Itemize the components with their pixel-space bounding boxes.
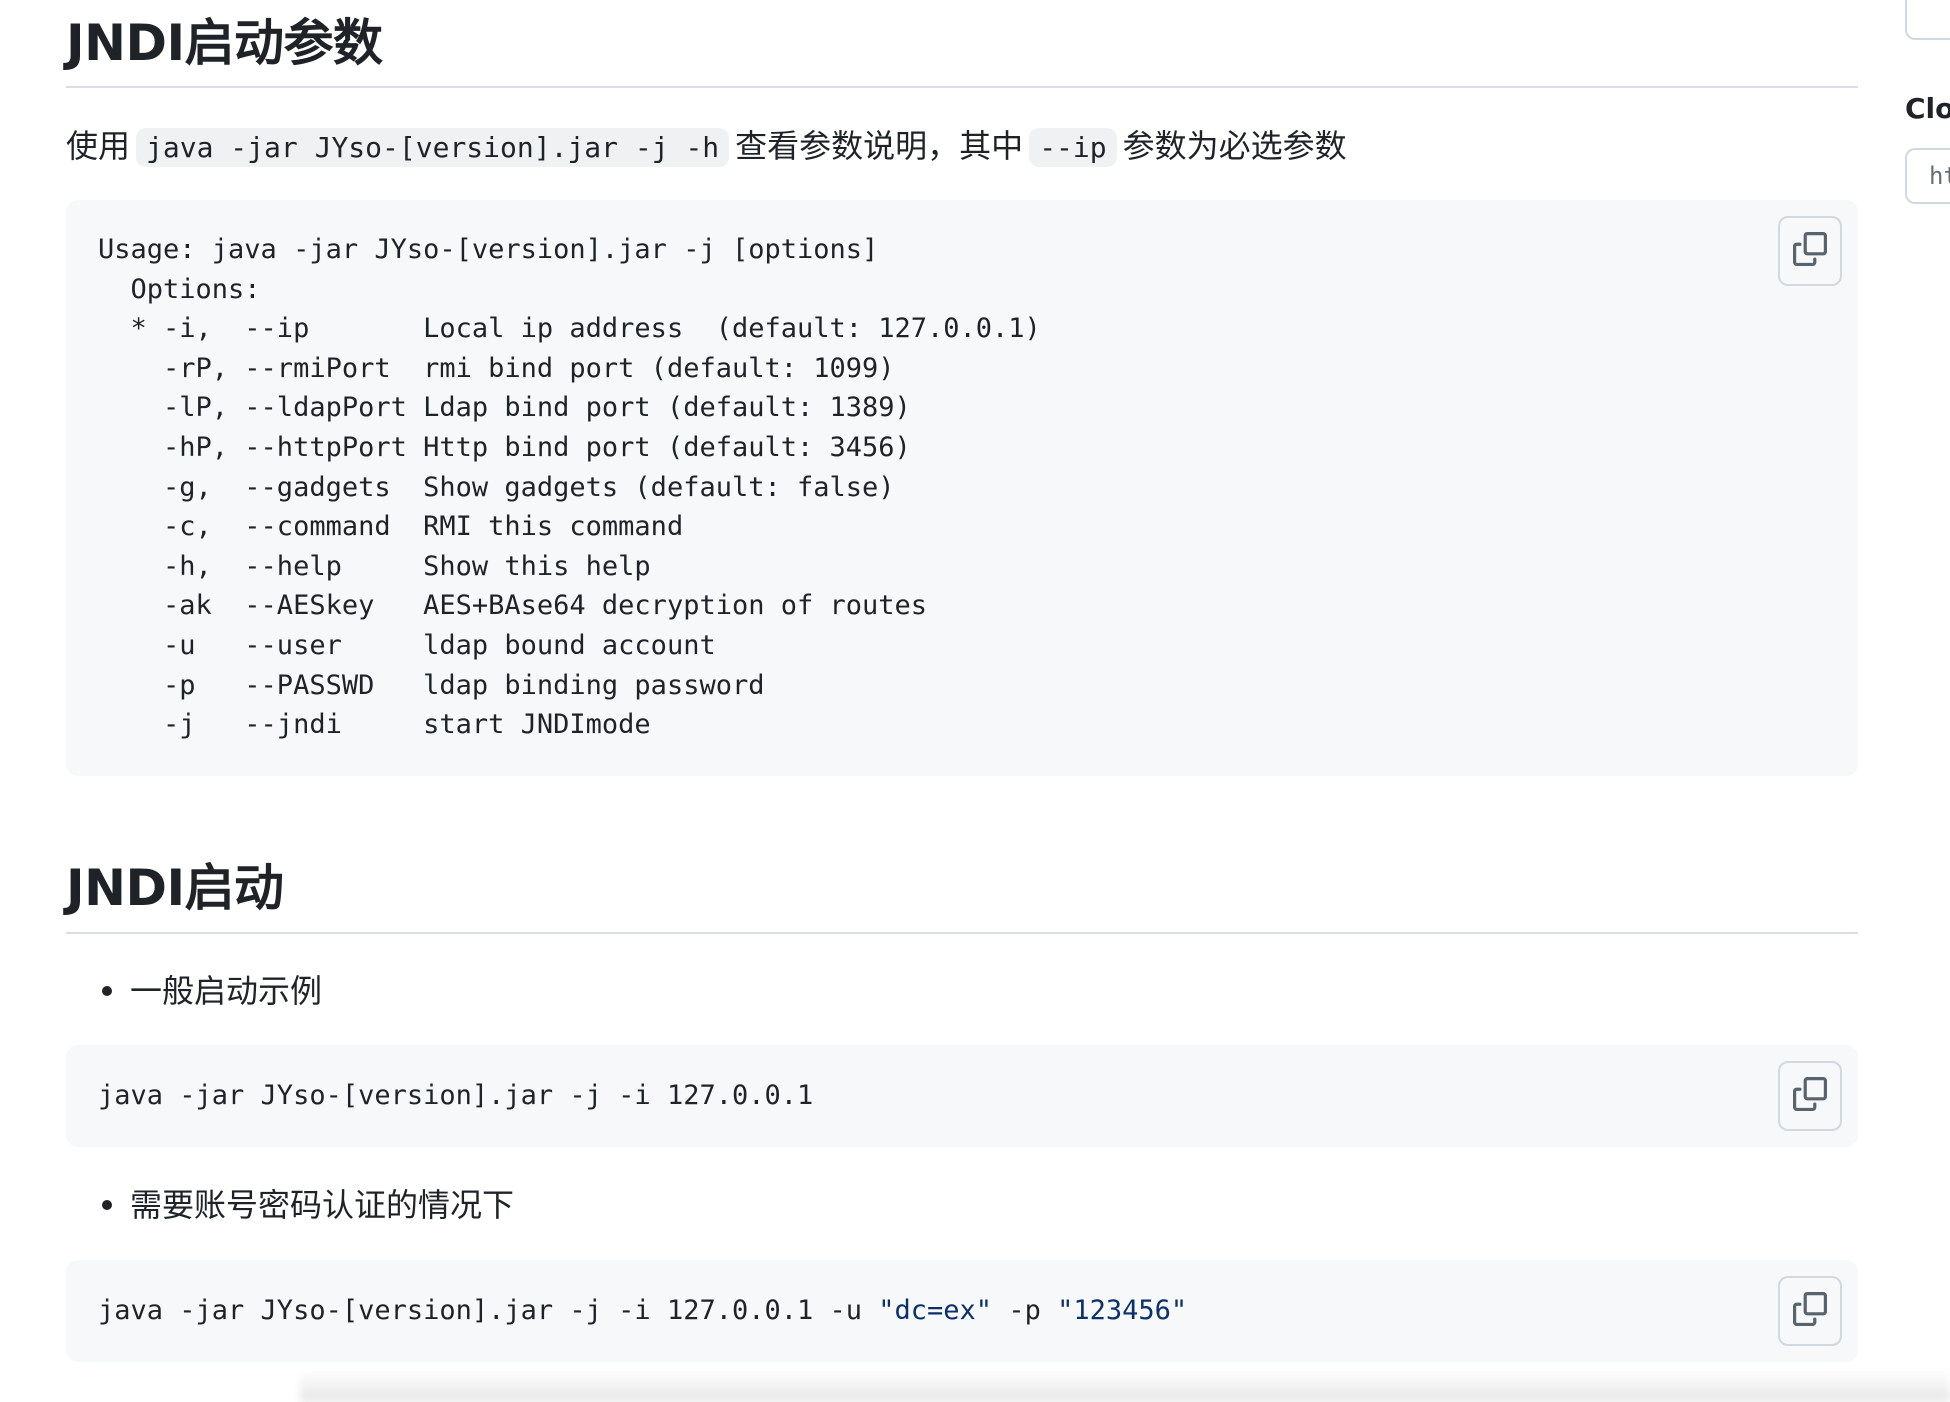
list-item-label: 需要账号密码认证的情况下 (130, 1186, 515, 1224)
copy-icon (1793, 1292, 1827, 1330)
example1-code-block[interactable]: java -jar JYso-[version].jar -j -i 127.0… (66, 1045, 1858, 1147)
clone-label: Clo (1905, 92, 1950, 125)
intro-prefix: 使用 (66, 127, 131, 165)
usage-code-block[interactable]: Usage: java -jar JYso-[version].jar -j [… (66, 200, 1858, 776)
sidebar-top-button[interactable] (1905, 0, 1950, 40)
list-item-basic-example: 一般启动示例 (102, 966, 322, 1016)
intro-middle: 查看参数说明，其中 (735, 127, 1024, 165)
heading-jndi-params: JNDI启动参数 (66, 8, 1858, 88)
copy-icon (1793, 1077, 1827, 1115)
params-intro-paragraph: 使用 java -jar JYso-[version].jar -j -h 查看参数… (66, 118, 1347, 176)
copy-button-example2[interactable] (1778, 1276, 1842, 1346)
clone-url-input[interactable]: ht (1905, 148, 1950, 204)
inline-code-ip-flag: --ip (1029, 128, 1117, 167)
bullet-dot (102, 1200, 112, 1210)
example2-pass-flag: -p (992, 1295, 1058, 1326)
example1-code-text[interactable]: java -jar JYso-[version].jar -j -i 127.0… (98, 1075, 813, 1117)
example2-code-text[interactable]: java -jar JYso-[version].jar -j -i 127.0… (98, 1290, 1187, 1332)
heading-jndi-start: JNDI启动 (66, 852, 1858, 934)
example2-user-string: "dc=ex" (878, 1295, 993, 1326)
copy-button-example1[interactable] (1778, 1061, 1842, 1131)
intro-suffix: 参数为必选参数 (1122, 127, 1347, 165)
bullet-dot (102, 986, 112, 996)
example2-code-block[interactable]: java -jar JYso-[version].jar -j -i 127.0… (66, 1260, 1858, 1362)
list-item-auth-example: 需要账号密码认证的情况下 (102, 1180, 514, 1230)
example2-command: java -jar JYso-[version].jar -j -i 127.0… (98, 1295, 879, 1326)
list-item-label: 一般启动示例 (130, 972, 323, 1010)
bottom-shadow (300, 1370, 1950, 1402)
example2-pass-string: "123456" (1057, 1295, 1188, 1326)
inline-code-help-command: java -jar JYso-[version].jar -j -h (136, 128, 730, 167)
right-sidebar: Clo ht (1905, 0, 1950, 1402)
readme-page: JNDI启动参数 使用 java -jar JYso-[version].jar … (0, 0, 1950, 1402)
copy-icon (1793, 232, 1827, 270)
copy-button-usage[interactable] (1778, 216, 1842, 286)
usage-code-text[interactable]: Usage: java -jar JYso-[version].jar -j [… (98, 230, 1041, 745)
